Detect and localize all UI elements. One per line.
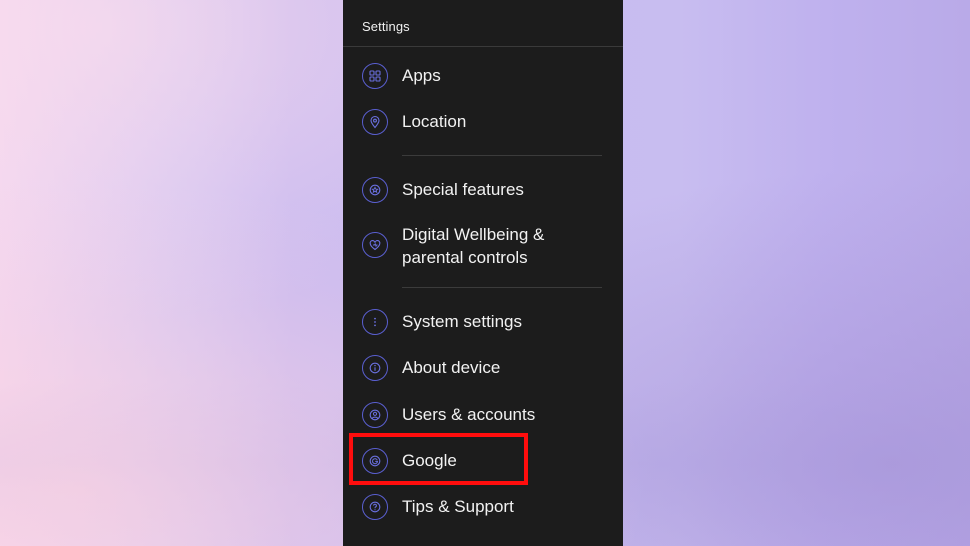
header-divider bbox=[343, 46, 623, 47]
group-divider bbox=[402, 155, 602, 156]
settings-item-label: About device bbox=[402, 358, 501, 377]
settings-item-label: Apps bbox=[402, 66, 441, 85]
settings-item-label-line1: Digital Wellbeing & bbox=[402, 225, 545, 244]
settings-item-about-device[interactable]: About device bbox=[343, 355, 623, 381]
settings-item-label: Users & accounts bbox=[402, 405, 536, 424]
help-icon bbox=[362, 494, 388, 520]
apps-icon bbox=[362, 63, 388, 89]
settings-item-special-features[interactable]: Special features bbox=[343, 177, 623, 203]
settings-item-users-accounts[interactable]: Users & accounts bbox=[343, 402, 623, 428]
location-icon bbox=[362, 109, 388, 135]
info-icon bbox=[362, 355, 388, 381]
settings-item-apps[interactable]: Apps bbox=[343, 63, 623, 89]
settings-item-label-line2: parental controls bbox=[402, 248, 528, 267]
star-icon bbox=[362, 177, 388, 203]
heart-icon bbox=[362, 232, 388, 258]
page-title: Settings bbox=[362, 19, 410, 34]
settings-item-digital-wellbeing[interactable]: Digital Wellbeing & parental controls bbox=[343, 222, 623, 270]
settings-item-location[interactable]: Location bbox=[343, 109, 623, 135]
settings-item-system-settings[interactable]: System settings bbox=[343, 309, 623, 335]
settings-item-label: Special features bbox=[402, 180, 524, 199]
settings-item-tips-support[interactable]: Tips & Support bbox=[343, 494, 623, 520]
settings-item-label: Tips & Support bbox=[402, 497, 514, 516]
settings-item-label: Location bbox=[402, 112, 467, 131]
more-vertical-icon bbox=[362, 309, 388, 335]
google-highlight-box bbox=[349, 433, 528, 485]
settings-item-label: System settings bbox=[402, 312, 522, 331]
group-divider bbox=[402, 287, 602, 288]
user-icon bbox=[362, 402, 388, 428]
